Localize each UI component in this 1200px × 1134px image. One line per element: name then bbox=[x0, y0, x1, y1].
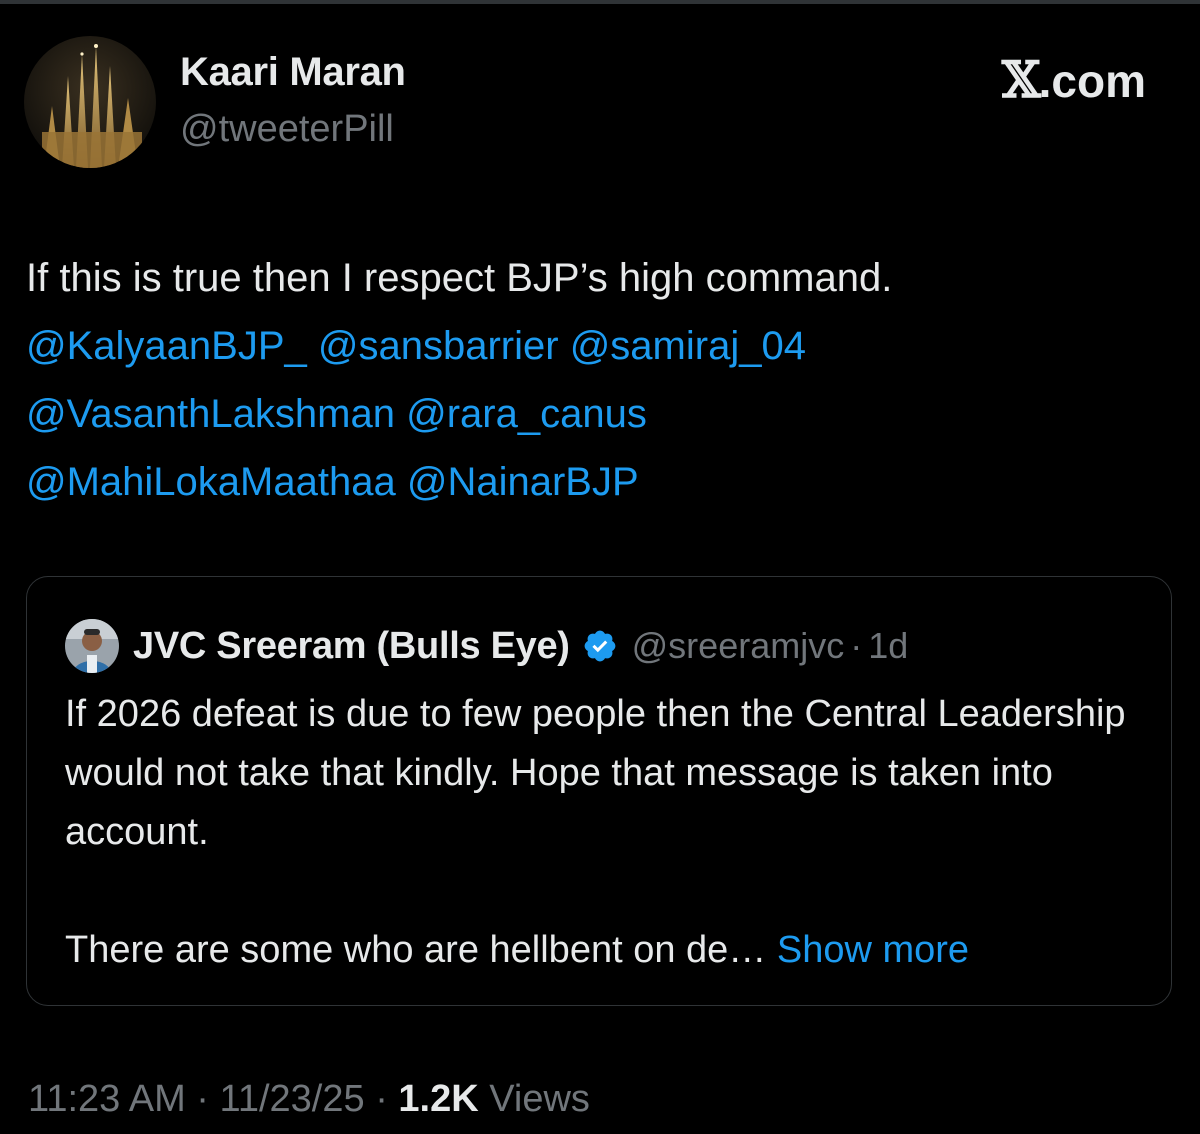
author-avatar[interactable] bbox=[24, 36, 156, 168]
tweet-date[interactable]: 11/23/25 bbox=[220, 1078, 365, 1120]
quoted-paragraph-1: If 2026 defeat is due to few people then… bbox=[65, 693, 1126, 853]
quoted-paragraph-2: There are some who are hellbent on de… bbox=[65, 929, 767, 971]
brand-domain: .com bbox=[1038, 55, 1146, 107]
dot-separator: · bbox=[850, 625, 863, 666]
author-display-name[interactable]: Kaari Maran bbox=[180, 50, 406, 95]
quoted-author-avatar[interactable] bbox=[65, 619, 119, 673]
cathedral-photo-icon bbox=[24, 36, 156, 168]
person-photo-icon bbox=[65, 619, 119, 673]
quoted-tweet-text: If 2026 defeat is due to few people then… bbox=[65, 685, 1135, 980]
x-com-brand: 𝕏 .com bbox=[1002, 50, 1146, 109]
show-more-link[interactable]: Show more bbox=[777, 929, 969, 971]
mention-link[interactable]: @rara_canus bbox=[406, 392, 647, 436]
mention-link[interactable]: @NainarBJP bbox=[407, 460, 639, 504]
quoted-tweet-age[interactable]: 1d bbox=[868, 625, 908, 667]
dot-separator: · bbox=[375, 1078, 388, 1120]
quoted-tweet-header: JVC Sreeram (Bulls Eye) @sreeramjvc · 1d bbox=[65, 619, 908, 673]
mention-link[interactable]: @KalyaanBJP_ bbox=[26, 324, 307, 368]
mention-link[interactable]: @samiraj_04 bbox=[570, 324, 806, 368]
mention-link[interactable]: @VasanthLakshman bbox=[26, 392, 395, 436]
verified-badge-icon bbox=[584, 630, 616, 662]
x-logo-icon: 𝕏 bbox=[1001, 50, 1041, 109]
quoted-author-name[interactable]: JVC Sreeram (Bulls Eye) bbox=[133, 625, 570, 668]
author-handle[interactable]: @tweeterPill bbox=[180, 108, 394, 151]
views-count: 1.2K bbox=[398, 1078, 479, 1120]
quoted-author-handle[interactable]: @sreeramjvc bbox=[632, 625, 845, 667]
tweet-text-lead: If this is true then I respect BJP’s hig… bbox=[26, 256, 893, 300]
tweet-text: If this is true then I respect BJP’s hig… bbox=[26, 244, 1176, 516]
quoted-paragraph-2-wrapper: There are some who are hellbent on de… S… bbox=[65, 921, 1135, 980]
top-divider bbox=[0, 0, 1200, 4]
tweet-meta: 11:23 AM · 11/23/25 · 1.2K Views bbox=[28, 1078, 590, 1121]
views-label: Views bbox=[489, 1078, 590, 1120]
mention-link[interactable]: @MahiLokaMaathaa bbox=[26, 460, 396, 504]
dot-separator: · bbox=[196, 1078, 209, 1120]
quoted-tweet-card[interactable]: JVC Sreeram (Bulls Eye) @sreeramjvc · 1d… bbox=[26, 576, 1172, 1006]
tweet-time[interactable]: 11:23 AM bbox=[28, 1078, 186, 1120]
mention-link[interactable]: @sansbarrier bbox=[318, 324, 559, 368]
